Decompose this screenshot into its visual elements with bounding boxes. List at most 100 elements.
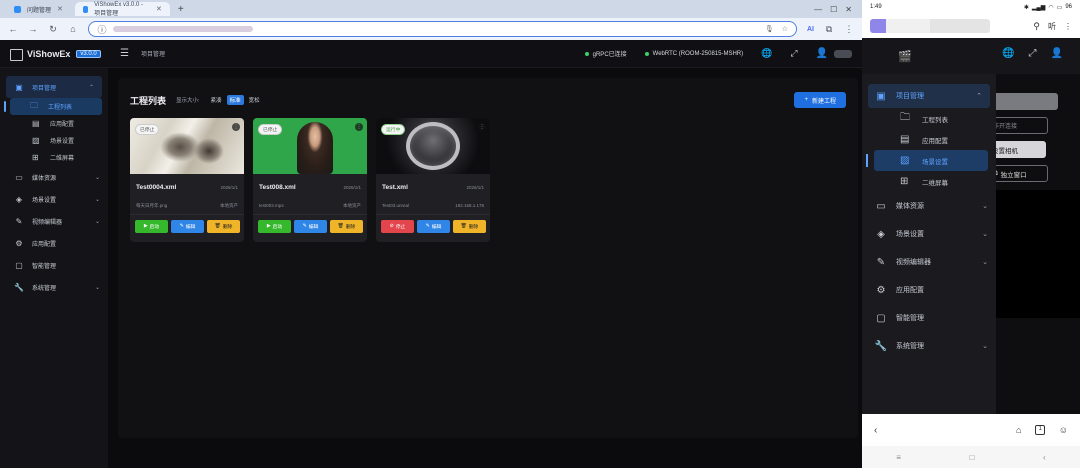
user-icon[interactable]: 👤 <box>1050 48 1062 59</box>
sidebar-item-project[interactable]: ▣ 项目管理 ⌃ <box>6 76 102 98</box>
more-icon[interactable]: ⋮ <box>1064 22 1072 31</box>
phone-nav-bar: ≡ □ ‹ <box>862 446 1080 468</box>
display-size-selector: 紧凑 标准 宽松 <box>208 95 263 105</box>
sidebar-item-app-config[interactable]: ⚙ 应用配置 <box>0 232 108 254</box>
trash-icon: 🗑 <box>337 224 344 229</box>
trash-icon: 🗑 <box>460 224 467 229</box>
user-icon[interactable]: 👤 <box>816 48 828 59</box>
ai-button[interactable]: AI <box>807 26 814 33</box>
sidebar-item-video-editor[interactable]: ✎ 视频编辑器 ⌄ <box>0 210 108 232</box>
status-dot <box>644 51 649 56</box>
close-icon[interactable]: ✕ <box>57 5 63 13</box>
background-button[interactable] <box>986 93 1058 110</box>
search-icon[interactable]: ⚲ <box>1033 21 1040 32</box>
project-card[interactable]: 已停止 ⋮ Test008.xml 2026/1/1 test003.mp4 本… <box>253 118 367 242</box>
new-tab-icon[interactable]: + <box>178 4 184 15</box>
chevron-up-icon: ⌃ <box>976 93 982 100</box>
maximize-icon[interactable]: ☐ <box>830 5 837 14</box>
account-icon[interactable]: ☺ <box>1059 425 1068 435</box>
home-icon[interactable]: ⌂ <box>1016 425 1021 435</box>
drawer-item-scene[interactable]: ◈ 场景设置 ⌄ <box>862 220 996 248</box>
close-icon[interactable]: ✕ <box>156 5 162 13</box>
sidebar-subitem-2d-screen[interactable]: ⊞ 二维屏幕 <box>0 149 108 166</box>
drawer-subitem-project-list[interactable]: 🗀 工程列表 <box>862 108 996 129</box>
fullscreen-icon[interactable]: ⤢ <box>1028 48 1036 59</box>
star-icon[interactable]: ☆ <box>782 25 788 33</box>
more-icon[interactable]: ⋮ <box>355 123 363 131</box>
back-icon[interactable]: ‹ <box>874 425 877 436</box>
size-option-loose[interactable]: 宽松 <box>246 95 263 105</box>
drawer-item-system[interactable]: 🔧 系统管理 ⌄ <box>862 332 996 360</box>
project-card[interactable]: 已停止 ⋮ Test0004.xml 2026/1/1 每天日月年.png 本地… <box>130 118 244 242</box>
delete-button[interactable]: 🗑 删除 <box>330 220 363 233</box>
chevron-down-icon: ⌄ <box>94 196 100 203</box>
phone-app-view: 🎬 🌐 ⤢ 👤 非开连接 设置相机 ⧉独立窗口 ▣ 项目管理 ⌃ <box>862 38 1080 414</box>
url-field[interactable]: ⓘ 🎙 ☆ <box>88 21 797 37</box>
drawer-subitem-app-config[interactable]: ▤ 应用配置 <box>862 129 996 150</box>
forward-icon[interactable]: → <box>28 24 38 34</box>
mic-icon[interactable]: 🎙 <box>765 25 774 33</box>
project-card[interactable]: 运行中 ⋮ Test.xml 2026/1/1 Test03.unreal 19… <box>376 118 490 242</box>
browser-tab[interactable]: 问题管理 ✕ <box>6 2 71 16</box>
project-source-address: 192.168.1.178 <box>455 203 484 208</box>
extensions-icon[interactable]: ⧉ <box>824 24 834 35</box>
close-window-icon[interactable]: ✕ <box>845 5 852 14</box>
tab-count[interactable]: 1 <box>1035 425 1045 435</box>
language-icon[interactable]: 🌐 <box>761 48 772 59</box>
sidebar-subitem-app-config[interactable]: ▤ 应用配置 <box>0 115 108 132</box>
edit-button[interactable]: ✎ 编辑 <box>171 220 204 233</box>
recent-apps-icon[interactable]: ≡ <box>896 453 901 462</box>
home-icon[interactable]: ⌂ <box>68 24 78 34</box>
sidebar-item-system[interactable]: 🔧 系统管理 ⌄ <box>0 276 108 298</box>
card-actions: ⊘ 停止 ✎ 编辑 🗑 删除 <box>381 220 486 233</box>
preview-area <box>986 190 1080 318</box>
folder-icon: 🗀 <box>30 100 38 110</box>
start-button[interactable]: ▶ 启动 <box>258 220 291 233</box>
browser-menu-icon[interactable]: ⋮ <box>844 24 854 35</box>
start-button[interactable]: ▶ 启动 <box>135 220 168 233</box>
delete-button[interactable]: 🗑 删除 <box>453 220 486 233</box>
pencil-icon: ✎ <box>179 224 184 229</box>
url-text-redacted[interactable] <box>870 19 990 33</box>
drawer-item-media[interactable]: ▭ 媒体资源 ⌄ <box>862 192 996 220</box>
more-icon[interactable]: ⋮ <box>232 123 240 131</box>
drawer-item-video-editor[interactable]: ✎ 视频编辑器 ⌄ <box>862 248 996 276</box>
home-button-icon[interactable]: □ <box>970 453 975 462</box>
more-icon[interactable]: ⋮ <box>478 123 486 131</box>
system-back-icon[interactable]: ‹ <box>1043 453 1046 462</box>
listen-button[interactable]: 听 <box>1048 21 1056 32</box>
size-option-compact[interactable]: 紧凑 <box>208 95 225 105</box>
sidebar-subitem-scene[interactable]: ▨ 场景设置 <box>0 132 108 149</box>
drawer-item-label: 项目管理 <box>896 93 924 100</box>
sidebar: ▣ 项目管理 ⌃ 🗀 工程列表 ▤ 应用配置 ▨ 场景设置 ⊞ 二维屏幕 ▭ 媒… <box>0 68 108 468</box>
fullscreen-icon[interactable]: ⤢ <box>790 48 797 59</box>
browser-tab-active[interactable]: ViShowEx v3.0.0 - 项目管理 ✕ <box>74 2 170 17</box>
language-icon[interactable]: 🌐 <box>1002 48 1014 59</box>
size-option-standard[interactable]: 标准 <box>226 95 244 105</box>
edit-button[interactable]: ✎ 编辑 <box>294 220 327 233</box>
plus-icon: + <box>804 97 808 103</box>
menu-toggle-icon[interactable]: ☰ <box>120 48 129 59</box>
edit-button[interactable]: ✎ 编辑 <box>417 220 450 233</box>
stop-button[interactable]: ⊘ 停止 <box>381 220 414 233</box>
stop-icon: ⊘ <box>389 224 394 229</box>
config-icon: ▤ <box>900 134 910 145</box>
drawer-item-project[interactable]: ▣ 项目管理 ⌃ <box>868 84 990 108</box>
sidebar-item-scene[interactable]: ◈ 场景设置 ⌄ <box>0 188 108 210</box>
delete-button[interactable]: 🗑 删除 <box>207 220 240 233</box>
reload-icon[interactable]: ↻ <box>48 24 58 35</box>
sidebar-subitem-project-list[interactable]: 🗀 工程列表 <box>4 98 102 115</box>
drawer-subitem-2d-screen[interactable]: ⊞ 二维屏幕 <box>862 171 996 192</box>
back-icon[interactable]: ← <box>8 24 18 34</box>
new-project-button[interactable]: + 新建工程 <box>794 92 846 108</box>
sidebar-item-label: 系统管理 <box>32 285 57 292</box>
chevron-down-icon: ⌄ <box>94 218 100 225</box>
sidebar-item-media[interactable]: ▭ 媒体资源 ⌄ <box>0 166 108 188</box>
drawer-item-app-config[interactable]: ⚙ 应用配置 <box>862 276 996 304</box>
minimize-icon[interactable]: — <box>814 5 822 14</box>
drawer-subitem-scene[interactable]: ▨ 场景设置 <box>866 150 988 171</box>
site-info-icon[interactable]: ⓘ <box>97 23 107 36</box>
page-title: 工程列表 <box>130 95 167 106</box>
drawer-item-smart[interactable]: ▢ 智能管理 <box>862 304 996 332</box>
sidebar-item-smart[interactable]: ▢ 智能管理 <box>0 254 108 276</box>
